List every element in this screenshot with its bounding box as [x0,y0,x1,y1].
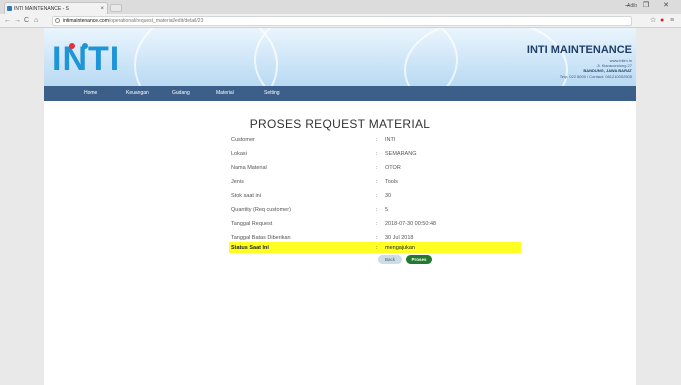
row-value: 2018-07-30 00:50:48 [385,221,437,227]
row-colon: : [376,235,378,241]
page-title: PROSES REQUEST MATERIAL [249,117,431,131]
menu-icon[interactable]: ≡ [670,16,674,25]
row-value: OTOR [385,165,401,171]
row-value: 30 Jul 2018 [385,235,414,241]
window-controls[interactable]: – ❐ ✕ [625,1,675,9]
menu-item-material[interactable]: Material [216,86,234,101]
home-icon[interactable]: ⌂ [34,16,38,25]
menu-item-setting[interactable]: Setting [264,86,280,101]
row-value: 30 [385,193,392,199]
info-icon[interactable] [55,18,60,23]
tab-close-icon[interactable]: × [100,3,104,14]
status-value: mengajukan [385,245,415,251]
row-colon: : [376,165,378,171]
back-button[interactable]: Back [378,255,402,264]
row-colon: : [376,193,378,199]
row-colon: : [376,179,378,185]
menu-item-keuangan[interactable]: Keuangan [126,86,149,101]
browser-tab-strip: INTI MAINTENANCE - S × Adib – ❐ ✕ [0,0,681,14]
detail-row-customer: Customer : INTI [229,134,521,145]
tab-title: INTI MAINTENANCE - S [14,6,70,12]
row-value: 5 [385,207,389,213]
menu-item-gudang[interactable]: Gudang [172,86,190,101]
detail-row-jenis: Jenis : Tools [229,176,521,187]
detail-row-nama-material: Nama Material : OTOR [229,162,521,173]
detail-row-tanggal-request: Tanggal Request : 2018-07-30 00:50:48 [229,218,521,229]
row-value: INTI [385,137,396,143]
row-value: SEMARANG [385,151,417,157]
row-colon: : [376,207,378,213]
row-label: Customer [231,137,255,143]
detail-row-status: Status Saat Ini : mengajukan [229,242,521,253]
main-menu: Home Keuangan Gudang Material Setting [44,86,636,101]
url-field[interactable]: intimaintenance.com/operational/request_… [52,16,632,26]
reload-icon[interactable]: C [24,16,29,25]
detail-row-stok: Stok saat ini : 30 [229,190,521,201]
row-colon: : [376,137,378,143]
back-arrow-icon[interactable]: ← [4,16,11,25]
row-label: Tanggal Batas Diberikan [231,235,291,241]
row-label: Status Saat Ini [231,245,269,251]
row-colon: : [376,221,378,227]
site-favicon-icon [7,6,12,11]
row-label: Quantity (Req customer) [231,207,291,213]
url-host: intimaintenance.com [63,18,109,24]
row-value: Tools [385,179,398,185]
menu-item-home[interactable]: Home [84,86,97,101]
row-label: Stok saat ini [231,193,261,199]
page-container: INTI INTI MAINTENANCE www.intim.in Jl. K… [44,28,636,385]
row-label: Nama Material [231,165,267,171]
detail-row-quantity: Quantity (Req customer) : 5 [229,204,521,215]
row-label: Jenis [231,179,244,185]
company-line-4: Telp: 022 8000 / Contact: 081210002505 [559,74,632,79]
row-colon: : [376,151,378,157]
address-bar-row: ← → C ⌂ intimaintenance.com/operational/… [0,14,681,28]
detail-row-lokasi: Lokasi : SEMARANG [229,148,521,159]
url-path: /operational/request_material/edit/detai… [108,18,204,24]
header-banner: INTI INTI MAINTENANCE www.intim.in Jl. K… [44,28,636,86]
row-label: Tanggal Request [231,221,273,227]
row-label: Lokasi [231,151,247,157]
company-line-3: BANDUNG, JAWA BARAT [583,68,632,73]
row-colon: : [376,245,378,251]
logo-dots-icon [69,43,88,49]
browser-tab[interactable]: INTI MAINTENANCE - S × [4,2,108,14]
forward-arrow-icon[interactable]: → [14,16,21,25]
company-name: INTI MAINTENANCE [526,44,632,56]
new-tab-button[interactable] [110,4,122,12]
proses-button[interactable]: Proses [406,255,432,264]
extension-icon[interactable]: ● [660,16,664,25]
bookmark-star-icon[interactable]: ☆ [650,16,656,25]
